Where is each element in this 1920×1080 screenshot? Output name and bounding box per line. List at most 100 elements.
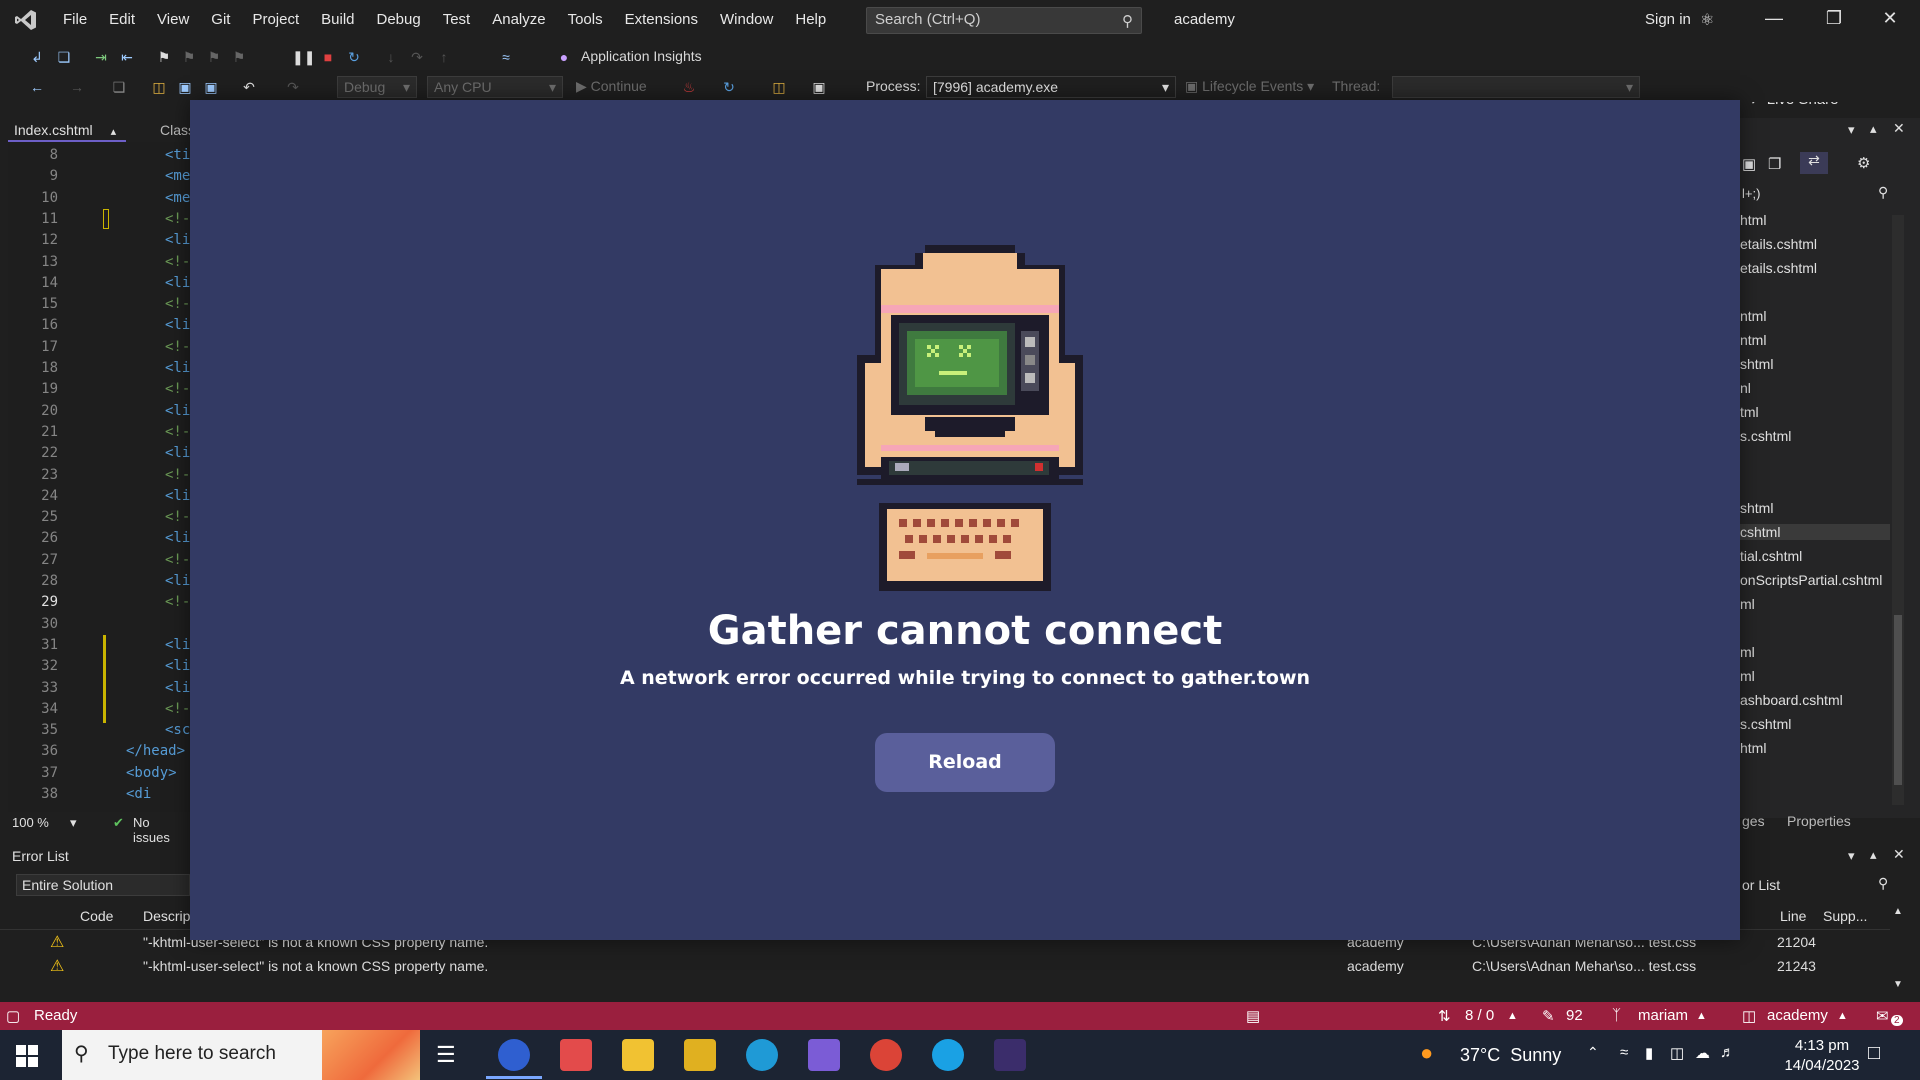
app-icon-file-explorer[interactable] [622,1039,654,1071]
redo-icon[interactable]: ↷ [284,78,302,96]
solution-file-item[interactable]: ashboard.cshtml [1740,692,1843,708]
column-line[interactable]: Line [1780,908,1806,924]
account-icon[interactable]: ⚛ [1700,10,1714,30]
wrench-icon[interactable]: ⚙ [1857,154,1870,172]
close-icon[interactable]: ✕ [1893,846,1905,863]
task-view-icon[interactable]: ☰ [436,1042,456,1068]
step-out-icon[interactable]: ↑ [435,48,453,66]
indent-icon[interactable]: ⇥ [92,48,110,66]
pin-icon[interactable]: ▴ [1870,847,1877,863]
dropdown-icon[interactable]: ▾ [1848,122,1855,138]
chevron-up-icon[interactable]: ⌃ [1587,1044,1599,1061]
menu-build[interactable]: Build [310,0,365,40]
step-into-icon[interactable]: ↓ [382,48,400,66]
branch-name[interactable]: mariam [1638,1007,1688,1024]
menu-view[interactable]: View [146,0,200,40]
pin-icon[interactable]: ▴ [1870,121,1877,137]
reload-button[interactable]: Reload [875,733,1055,792]
outdent-icon[interactable]: ⇤ [118,48,136,66]
device-icon[interactable]: ◫ [1670,1044,1684,1062]
sync-icon[interactable]: ⇄ [1800,152,1828,174]
step-icon[interactable]: ↲ [28,48,46,66]
tab-properties[interactable]: Properties [1787,813,1851,829]
chevron-up-icon[interactable]: ▲ [1507,1010,1518,1022]
edit-count[interactable]: 92 [1566,1007,1583,1024]
pin-icon[interactable]: ▴ [111,126,117,138]
config-dropdown[interactable]: Debug ▾ [337,76,417,98]
app-icon-settings[interactable] [498,1039,530,1071]
thread-dropdown[interactable]: ▾ [1392,76,1640,98]
clock-time[interactable]: 4:13 pm [1780,1037,1864,1054]
pause-icon[interactable]: ❚❚ [292,48,315,66]
solution-file-item[interactable]: ntml [1740,332,1766,348]
chevron-up-icon[interactable]: ▲ [1837,1010,1848,1022]
solution-file-item[interactable]: ml [1740,596,1755,612]
search-icon[interactable]: ⚲ [1878,875,1888,892]
step-over-icon[interactable]: ↷ [408,48,426,66]
app-icon-skype[interactable] [932,1039,964,1071]
notification-bell-icon[interactable]: ✉ [1876,1007,1889,1025]
menu-window[interactable]: Window [709,0,784,40]
undo-icon[interactable]: ↶ [240,78,258,96]
search-icon[interactable]: ⚲ [1878,184,1888,201]
menu-tools[interactable]: Tools [557,0,614,40]
scroll-down-icon[interactable]: ▼ [1893,979,1903,990]
visual-studio-logo-icon[interactable] [0,0,52,40]
weather-sun-icon[interactable]: ● [1420,1040,1433,1066]
tab-index-cshtml[interactable]: Index.cshtml ▴ [8,118,126,142]
taskbar-search-input[interactable]: ⚲ Type here to search [62,1030,420,1080]
folder-icon[interactable]: ◫ [770,78,788,96]
copy-icon[interactable]: ❏ [55,48,73,66]
solution-file-item[interactable]: ntml [1740,308,1766,324]
back-icon[interactable]: ← [28,78,46,96]
line-info[interactable]: 8 / 0 [1465,1007,1494,1024]
app-icon-tool[interactable] [684,1039,716,1071]
bottom-tab-changes[interactable]: ges [1742,813,1765,829]
app-icon-visual-studio[interactable] [808,1039,840,1071]
save-icon[interactable]: ▣ [176,78,194,96]
scrollbar-thumb[interactable] [1894,615,1902,785]
dropdown-icon[interactable]: ▾ [1848,848,1855,864]
volume-icon[interactable]: ♬ [1720,1044,1735,1061]
solution-file-item[interactable]: cshtml [1740,524,1890,540]
scrollbar[interactable]: ▲ ▼ [1892,906,1904,990]
scrollbar[interactable] [1892,215,1904,805]
process-dropdown[interactable]: [7996] academy.exe ▾ [926,76,1176,98]
solution-file-item[interactable]: tml [1740,404,1759,420]
code-editor[interactable]: 8 9 10 11 12 13 14 15 16 17 18 19 20 21 22 23 24 25 26 27 28… [8,142,190,812]
collapse-all-icon[interactable]: ▣ [1742,155,1756,173]
solution-file-item[interactable]: onScriptsPartial.cshtml [1740,572,1882,588]
column-description[interactable]: Descrip [143,908,190,924]
platform-dropdown[interactable]: Any CPU ▾ [427,76,563,98]
hot-reload-flame-icon[interactable]: ♨ [680,78,698,96]
solution-file-item[interactable]: etails.cshtml [1740,260,1817,276]
scope-dropdown[interactable]: Entire Solution [16,874,190,896]
open-icon[interactable]: ◫ [150,78,168,96]
weather-text[interactable]: 37°C Sunny [1460,1045,1561,1066]
bookmark-clear-icon[interactable]: ⚑ [230,48,248,66]
error-file[interactable]: C:\Users\Adnan Mehar\so... test.css [1472,958,1696,974]
restore-icon[interactable]: ❐ [1822,8,1846,29]
error-list-search-text[interactable]: or List [1742,877,1780,893]
menu-git[interactable]: Git [200,0,241,40]
output-icon[interactable]: ▢ [6,1007,20,1025]
app-icon-terminal[interactable] [994,1039,1026,1071]
menu-edit[interactable]: Edit [98,0,146,40]
menu-test[interactable]: Test [432,0,482,40]
app-icon-git[interactable] [560,1039,592,1071]
column-code[interactable]: Code [80,908,113,924]
solution-search-text[interactable]: l+;) [1742,186,1760,201]
menu-file[interactable]: File [52,0,98,40]
bookmark-icon[interactable]: ⚑ [155,48,173,66]
menu-project[interactable]: Project [241,0,310,40]
stop-icon[interactable]: ■ [319,48,337,66]
save-all-icon[interactable]: ▣ [202,78,220,96]
zoom-level[interactable]: 100 % [12,815,49,830]
windows-start-icon[interactable] [16,1045,38,1067]
restart-icon[interactable]: ↻ [345,48,363,66]
close-icon[interactable]: ✕ [1878,8,1902,29]
chevron-down-icon[interactable]: ▾ [70,815,77,831]
app-insights-label[interactable]: Application Insights [581,48,702,64]
new-item-icon[interactable]: ❏ [110,78,128,96]
menu-analyze[interactable]: Analyze [481,0,556,40]
